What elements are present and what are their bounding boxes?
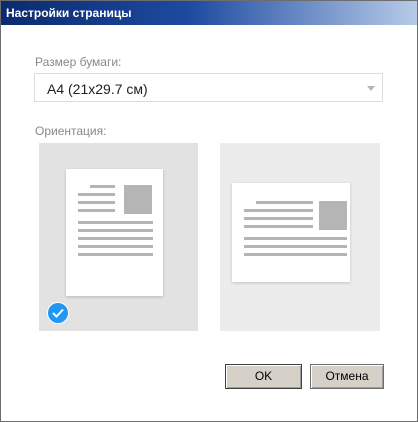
page-setup-dialog: Настройки страницы Размер бумаги: A4 (21… [0,0,418,422]
paper-size-label: Размер бумаги: [35,55,122,69]
orientation-label: Ориентация: [35,124,107,138]
text-line [244,237,347,240]
paper-size-select[interactable]: A4 (21x29.7 см) [34,73,383,102]
text-line [78,193,115,196]
text-line [90,185,115,188]
text-line [244,253,347,256]
text-line [244,209,313,212]
text-line [244,245,347,248]
orientation-landscape-option[interactable] [220,143,380,331]
text-line [244,225,313,228]
ok-button[interactable]: OK [225,364,302,389]
window-title: Настройки страницы [6,6,132,20]
text-line [78,245,153,248]
cancel-button[interactable]: Отмена [310,364,384,389]
text-line [78,201,115,204]
orientation-portrait-option[interactable] [39,143,198,331]
text-line [78,209,115,212]
text-line [78,229,153,232]
portrait-page-icon [66,169,163,296]
text-line [256,201,313,204]
title-bar[interactable]: Настройки страницы [1,1,417,25]
chevron-down-icon [367,86,375,91]
text-line [78,253,153,256]
image-placeholder [319,201,347,230]
landscape-page-icon [232,183,350,282]
paper-size-value: A4 (21x29.7 см) [47,81,148,97]
checkmark-icon [47,302,69,324]
text-line [78,221,153,224]
text-line [244,217,313,220]
image-placeholder [124,185,152,214]
text-line [78,237,153,240]
